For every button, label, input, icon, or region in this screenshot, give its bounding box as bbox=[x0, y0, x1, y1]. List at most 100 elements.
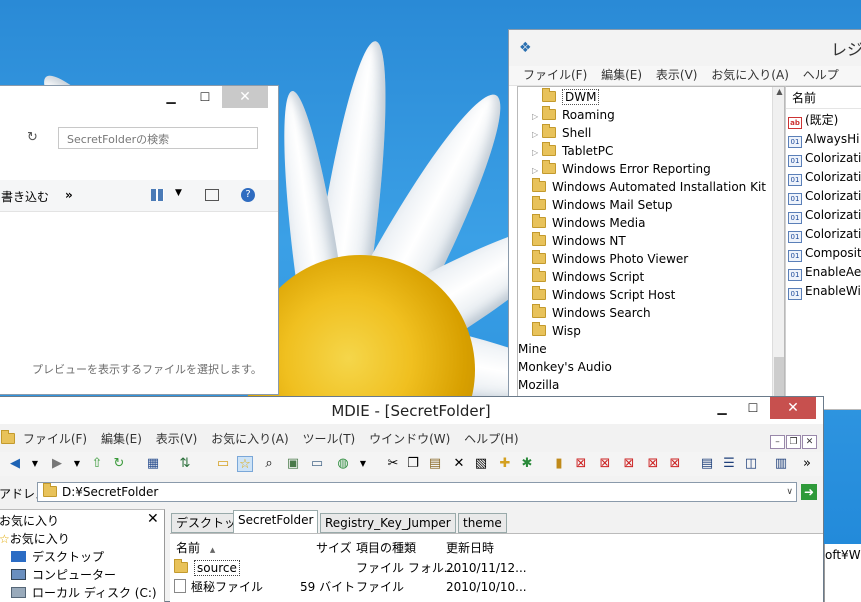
refresh-icon[interactable]: ↻ bbox=[111, 456, 127, 472]
menu-favorites[interactable]: お気に入り(A) bbox=[211, 432, 289, 446]
registry-tree[interactable]: ▲ DWM ▷ Roaming ▷ Shell ▷ TabletPC ▷ Windows Err… bbox=[517, 86, 785, 410]
menu-edit[interactable]: 編集(E) bbox=[101, 432, 142, 446]
up-folder-icon[interactable]: ⇧ bbox=[89, 456, 105, 472]
tree-item[interactable]: ▷ Roaming bbox=[532, 106, 615, 124]
tree-item[interactable]: Mozilla bbox=[518, 376, 559, 394]
tree-item[interactable]: ▷ Shell bbox=[532, 124, 591, 142]
toolbar-more-icon[interactable]: » bbox=[799, 456, 815, 472]
tree-item[interactable]: ▷ Windows Error Reporting bbox=[532, 160, 711, 178]
file-row[interactable]: 極秘ファイル 59 バイト ファイル 2010/10/10... bbox=[174, 578, 814, 597]
tile-vertical-icon[interactable]: ◫ bbox=[743, 456, 759, 472]
scroll-up-icon[interactable]: ▲ bbox=[773, 87, 784, 101]
tree-scrollbar[interactable]: ▲ bbox=[772, 87, 784, 409]
tree-item[interactable]: Windows Media bbox=[522, 214, 645, 232]
column-header-name[interactable]: 名前 ▲ bbox=[176, 539, 215, 556]
tree-item[interactable]: Windows Automated Installation Kit bbox=[522, 178, 766, 196]
paste-icon[interactable]: ▤ bbox=[427, 456, 443, 472]
tree-item[interactable]: Windows Mail Setup bbox=[522, 196, 673, 214]
menu-file[interactable]: ファイル(F) bbox=[23, 432, 87, 446]
toolbar-more-button[interactable]: » bbox=[65, 188, 73, 202]
chevron-down-icon[interactable]: ▼ bbox=[355, 456, 371, 472]
registry-value-row[interactable]: 01 EnableWi bbox=[788, 282, 861, 301]
close-tabs-icon[interactable]: ⊠ bbox=[597, 456, 613, 472]
tree-item[interactable]: Windows Script Host bbox=[522, 286, 675, 304]
favorites-item[interactable]: デスクトップ bbox=[11, 548, 104, 566]
image-icon[interactable]: ▣ bbox=[285, 456, 301, 472]
column-header-size[interactable]: サイズ bbox=[316, 539, 352, 556]
registry-value-row[interactable]: 01 Colorizati bbox=[788, 225, 861, 244]
close-left-icon[interactable]: ⊠ bbox=[645, 456, 661, 472]
tree-item[interactable]: Windows Search bbox=[522, 304, 651, 322]
menu-view[interactable]: 表示(V) bbox=[656, 68, 698, 82]
column-header-type[interactable]: 項目の種類 bbox=[356, 539, 416, 556]
lock-icon[interactable]: ▮ bbox=[551, 456, 567, 472]
forward-icon[interactable]: ▶ bbox=[49, 456, 65, 472]
tree-item[interactable]: Windows Script bbox=[522, 268, 644, 286]
favorite-add-icon[interactable]: ✱ bbox=[519, 456, 535, 472]
chevron-down-icon[interactable]: ▼ bbox=[69, 456, 85, 472]
menu-tools[interactable]: ツール(T) bbox=[303, 432, 356, 446]
tab-secretfolder[interactable]: SecretFolder bbox=[233, 510, 319, 533]
mdi-minimize-button[interactable]: – bbox=[770, 435, 785, 449]
registry-value-row[interactable]: 01 Colorizati bbox=[788, 187, 861, 206]
chevron-down-icon[interactable]: ▼ bbox=[27, 456, 43, 472]
drive-icon[interactable]: ▭ bbox=[309, 456, 325, 472]
close-tab-icon[interactable]: ⊠ bbox=[573, 456, 589, 472]
mdi-restore-button[interactable]: ❐ bbox=[786, 435, 801, 449]
preview-pane-icon[interactable] bbox=[205, 189, 219, 201]
registry-value-row[interactable]: 01 Colorizati bbox=[788, 206, 861, 225]
window-list-icon[interactable]: ▥ bbox=[773, 456, 789, 472]
cut-icon[interactable]: ✂ bbox=[385, 456, 401, 472]
registry-value-row[interactable]: 01 Colorizati bbox=[788, 149, 861, 168]
values-column-name[interactable]: 名前 bbox=[786, 87, 861, 109]
menu-favorites[interactable]: お気に入り(A) bbox=[711, 68, 789, 82]
registry-value-row[interactable]: ab (既定) bbox=[788, 111, 838, 130]
copy-icon[interactable]: ❐ bbox=[405, 456, 421, 472]
menu-edit[interactable]: 編集(E) bbox=[601, 68, 642, 82]
explorer-minimize-button[interactable]: ▁ bbox=[154, 86, 188, 108]
mdi-close-button[interactable]: ✕ bbox=[802, 435, 817, 449]
registry-value-row[interactable]: 01 Colorizati bbox=[788, 168, 861, 187]
search-input[interactable]: SecretFolderの検索 bbox=[58, 127, 258, 149]
tree-item[interactable]: DWM bbox=[532, 88, 600, 106]
search-icon[interactable]: ⌕ bbox=[261, 456, 277, 472]
mdie-close-button[interactable]: ✕ bbox=[770, 397, 816, 419]
cascade-icon[interactable]: ▤ bbox=[699, 456, 715, 472]
menu-file[interactable]: ファイル(F) bbox=[523, 68, 587, 82]
tree-item[interactable]: Windows NT bbox=[522, 232, 626, 250]
view-options-icon[interactable] bbox=[151, 189, 164, 201]
tree-item[interactable]: Windows Photo Viewer bbox=[522, 250, 688, 268]
favorites-item[interactable]: ☆お気に入り bbox=[0, 530, 70, 548]
chevron-down-icon[interactable]: ∨ bbox=[786, 483, 793, 501]
file-row[interactable]: source ファイル フォル... 2010/11/12... bbox=[174, 559, 814, 578]
properties-icon[interactable]: ▧ bbox=[473, 456, 489, 472]
close-right-icon[interactable]: ⊠ bbox=[667, 456, 683, 472]
menu-view[interactable]: 表示(V) bbox=[156, 432, 198, 446]
tab-theme[interactable]: theme bbox=[458, 513, 507, 533]
burn-button[interactable]: 書き込む bbox=[1, 188, 49, 205]
new-folder-icon[interactable]: ✚ bbox=[497, 456, 513, 472]
go-button[interactable]: ➜ bbox=[801, 484, 817, 500]
tree-item[interactable]: ▷ TabletPC bbox=[532, 142, 613, 160]
favorites-close-button[interactable]: ✕ bbox=[147, 511, 159, 527]
tile-horizontal-icon[interactable]: ☰ bbox=[721, 456, 737, 472]
explorer-maximize-button[interactable]: ☐ bbox=[188, 86, 222, 108]
favorites-item[interactable]: ローカル ディスク (C:) bbox=[11, 584, 157, 602]
help-icon[interactable]: ? bbox=[241, 188, 255, 202]
tab-registry-key-jumper[interactable]: Registry_Key_Jumper bbox=[320, 513, 456, 533]
tree-item[interactable]: Wisp bbox=[522, 322, 581, 340]
refresh-icon[interactable]: ↻ bbox=[27, 130, 38, 145]
registry-value-row[interactable]: 01 AlwaysHi bbox=[788, 130, 859, 149]
delete-icon[interactable]: ✕ bbox=[451, 456, 467, 472]
sort-icon[interactable]: ⇅ bbox=[177, 456, 193, 472]
globe-icon[interactable]: ◍ bbox=[335, 456, 351, 472]
tree-item[interactable]: Mine bbox=[518, 340, 547, 358]
explorer-close-button[interactable]: ✕ bbox=[222, 86, 268, 108]
close-others-icon[interactable]: ⊠ bbox=[621, 456, 637, 472]
column-header-date[interactable]: 更新日時 bbox=[446, 539, 494, 556]
chevron-down-icon[interactable]: ▼ bbox=[175, 188, 182, 198]
address-input[interactable]: D:¥SecretFolder ∨ bbox=[37, 482, 797, 502]
mdie-maximize-button[interactable]: ☐ bbox=[736, 397, 770, 419]
mdie-minimize-button[interactable]: ▁ bbox=[705, 397, 739, 419]
registry-value-row[interactable]: 01 Composit bbox=[788, 244, 861, 263]
